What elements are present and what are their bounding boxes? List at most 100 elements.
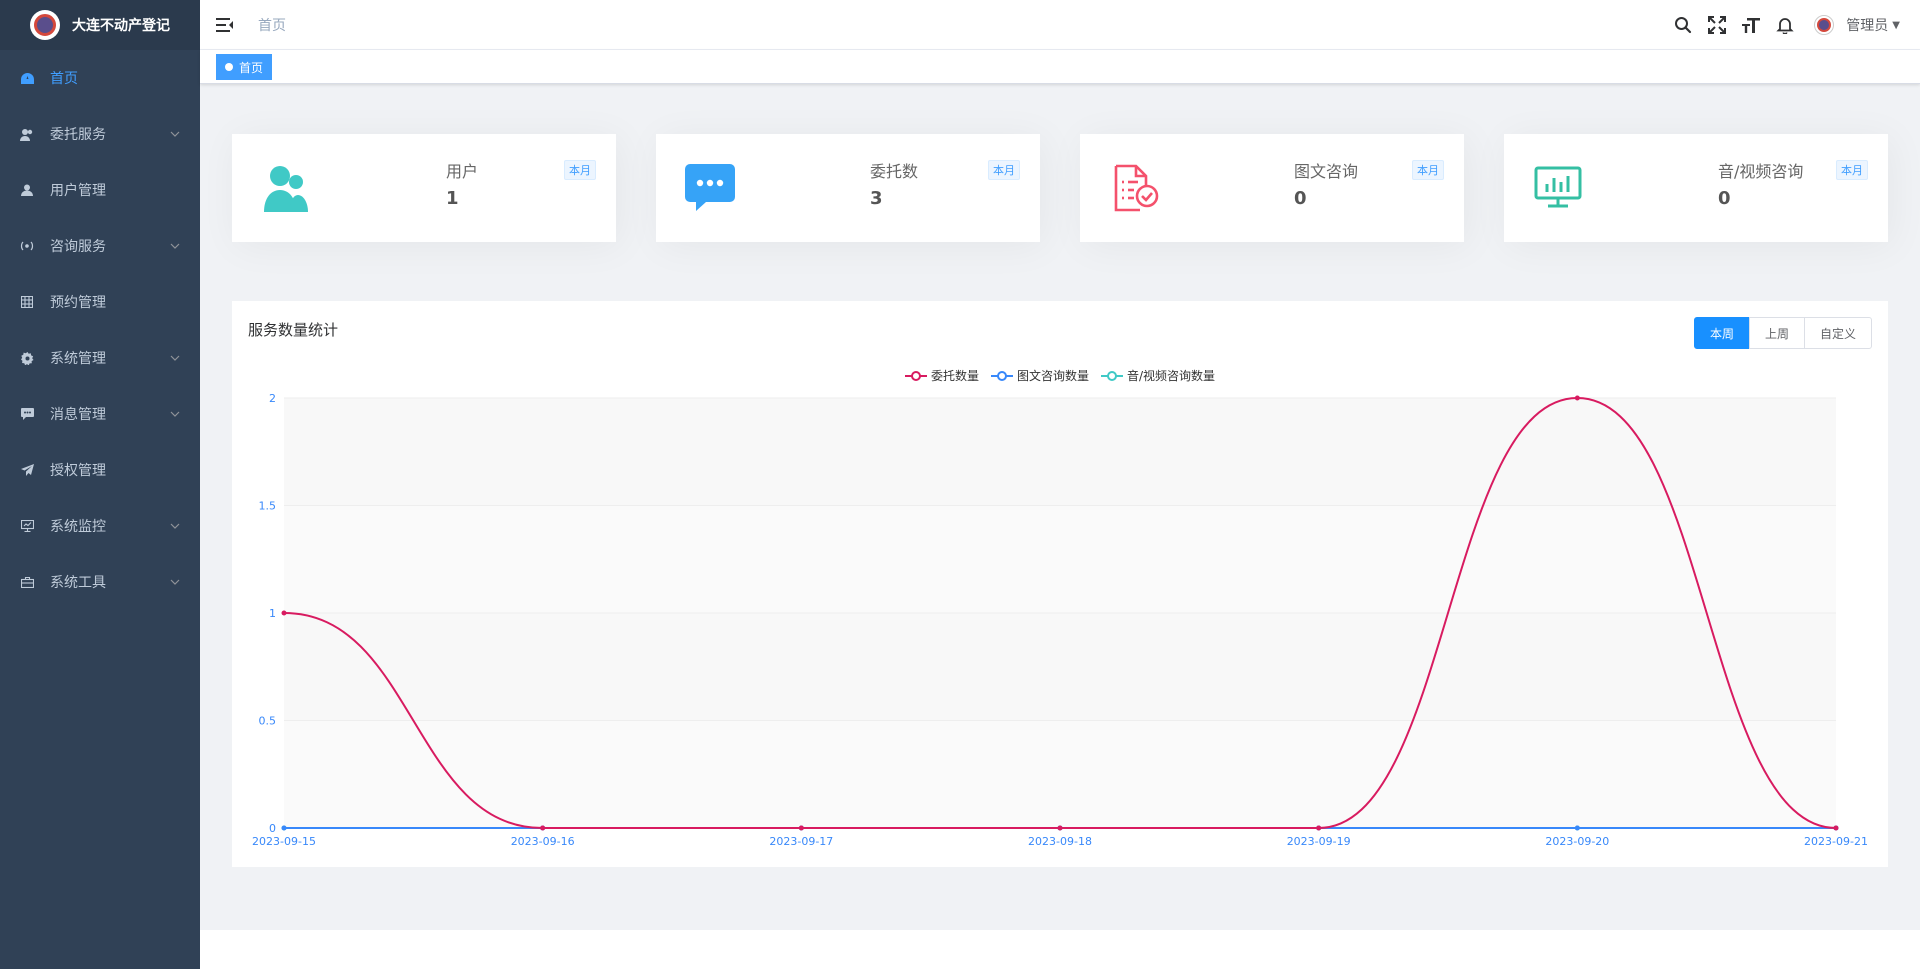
hamburger-icon[interactable] (216, 16, 234, 34)
chevron-down-icon (170, 129, 180, 140)
users-icon (260, 162, 312, 214)
logo[interactable]: 大连不动产登记 (0, 0, 200, 50)
tag-dot-icon (225, 63, 233, 71)
caret-down-icon[interactable]: ▼ (1892, 20, 1900, 31)
sidebar-item-label: 消息管理 (50, 407, 106, 423)
chart-panel: 服务数量统计 本周 上周 自定义 委托数量 图文咨询数量 音/视频咨询数量 0 0.5 1 1… (232, 301, 1888, 867)
card-title: 图文咨询 (1294, 162, 1359, 181)
grid-band (284, 720, 1836, 828)
data-point (1574, 395, 1580, 401)
sidebar-item-0[interactable]: 首页 (0, 50, 200, 106)
chevron-down-icon (170, 353, 180, 364)
gear-icon (20, 351, 34, 365)
data-point (1316, 825, 1322, 831)
card-info: 用户 本月 1 (446, 158, 596, 218)
search-icon[interactable] (1666, 0, 1700, 50)
app-title: 大连不动产登记 (72, 18, 170, 34)
x-tick-label: 2023-09-17 (769, 835, 833, 848)
chevron-down-icon (170, 409, 180, 420)
sidebar: 大连不动产登记 首页委托服务用户管理咨询服务预约管理系统管理消息管理授权管理系统… (0, 0, 200, 969)
chevron-down-icon (170, 577, 180, 588)
card-value: 3 (870, 188, 883, 209)
chevron-down-icon (170, 521, 180, 532)
sidebar-item-label: 系统工具 (50, 575, 106, 591)
grid-band (284, 613, 1836, 721)
sidebar-item-4[interactable]: 预约管理 (0, 274, 200, 330)
data-point (540, 825, 546, 831)
user-group-icon (20, 127, 34, 141)
sidebar-item-label: 授权管理 (50, 463, 106, 479)
data-point (1574, 825, 1580, 831)
x-tick-label: 2023-09-21 (1804, 835, 1868, 848)
grid-band (284, 505, 1836, 613)
sidebar-item-8[interactable]: 系统监控 (0, 498, 200, 554)
document-check-icon (1108, 162, 1160, 214)
card-badge: 本月 (1836, 160, 1868, 180)
message-icon (20, 407, 34, 421)
main-content: 用户 本月 1 委托数 本月 3 图文咨询 本月 0 音/视频咨询 本月 0 服… (200, 84, 1920, 969)
paper-plane-icon (20, 463, 34, 477)
stat-card[interactable]: 用户 本月 1 (232, 134, 616, 242)
sidebar-item-label: 预约管理 (50, 295, 106, 311)
sidebar-item-3[interactable]: 咨询服务 (0, 218, 200, 274)
card-info: 委托数 本月 3 (870, 158, 1020, 218)
card-title: 音/视频咨询 (1718, 162, 1804, 181)
data-point (1833, 825, 1839, 831)
nav-right: 管理员 ▼ (1666, 0, 1900, 50)
breadcrumb: 首页 (258, 17, 286, 34)
y-tick-label: 0 (269, 822, 276, 835)
bell-icon[interactable] (1768, 0, 1802, 50)
stat-card[interactable]: 委托数 本月 3 (656, 134, 1040, 242)
font-size-icon[interactable] (1734, 0, 1768, 50)
logo-icon (30, 10, 60, 40)
user-icon (20, 183, 34, 197)
x-tick-label: 2023-09-16 (511, 835, 575, 848)
card-info: 图文咨询 本月 0 (1294, 158, 1444, 218)
card-badge: 本月 (988, 160, 1020, 180)
dashboard-icon (20, 71, 34, 85)
card-value: 1 (446, 188, 459, 209)
sidebar-item-5[interactable]: 系统管理 (0, 330, 200, 386)
card-badge: 本月 (1412, 160, 1444, 180)
tag-home[interactable]: 首页 (216, 54, 273, 80)
data-point (1057, 825, 1063, 831)
grid-icon (20, 295, 34, 309)
sidebar-item-label: 咨询服务 (50, 239, 106, 255)
card-value: 0 (1718, 188, 1731, 209)
sidebar-item-6[interactable]: 消息管理 (0, 386, 200, 442)
sidebar-item-2[interactable]: 用户管理 (0, 162, 200, 218)
stat-card[interactable]: 音/视频咨询 本月 0 (1504, 134, 1888, 242)
sidebar-item-label: 系统管理 (50, 351, 106, 367)
card-badge: 本月 (564, 160, 596, 180)
message-bubble-icon (684, 162, 736, 214)
navbar: 首页 管理员 ▼ (200, 0, 1920, 50)
grid-band (284, 398, 1836, 506)
data-point (798, 825, 804, 831)
x-tick-label: 2023-09-15 (252, 835, 316, 848)
avatar[interactable] (1814, 15, 1835, 35)
sidebar-menu: 首页委托服务用户管理咨询服务预约管理系统管理消息管理授权管理系统监控系统工具 (0, 50, 200, 610)
card-title: 用户 (446, 162, 479, 181)
username[interactable]: 管理员 (1846, 15, 1888, 35)
line-chart: 0 0.5 1 1.5 2 2023-09-15 2023-09-16 2023-09-17 2… (252, 392, 1868, 848)
data-point (281, 610, 287, 616)
sidebar-item-label: 系统监控 (50, 519, 106, 535)
stat-card[interactable]: 图文咨询 本月 0 (1080, 134, 1464, 242)
sidebar-item-label: 首页 (50, 71, 78, 87)
sidebar-item-label: 委托服务 (50, 127, 106, 143)
card-value: 0 (1294, 188, 1307, 209)
chat-icon (20, 239, 34, 253)
y-tick-label: 2 (269, 392, 276, 405)
data-point (281, 825, 287, 831)
y-tick-label: 1.5 (259, 500, 277, 513)
sidebar-item-9[interactable]: 系统工具 (0, 554, 200, 610)
sidebar-item-1[interactable]: 委托服务 (0, 106, 200, 162)
x-tick-label: 2023-09-18 (1028, 835, 1092, 848)
sidebar-item-7[interactable]: 授权管理 (0, 442, 200, 498)
fullscreen-icon[interactable] (1700, 0, 1734, 50)
y-tick-label: 0.5 (259, 715, 277, 728)
sidebar-item-label: 用户管理 (50, 183, 106, 199)
footer-band (200, 930, 1920, 969)
chevron-down-icon (170, 241, 180, 252)
monitor-chart-icon (1532, 162, 1584, 214)
